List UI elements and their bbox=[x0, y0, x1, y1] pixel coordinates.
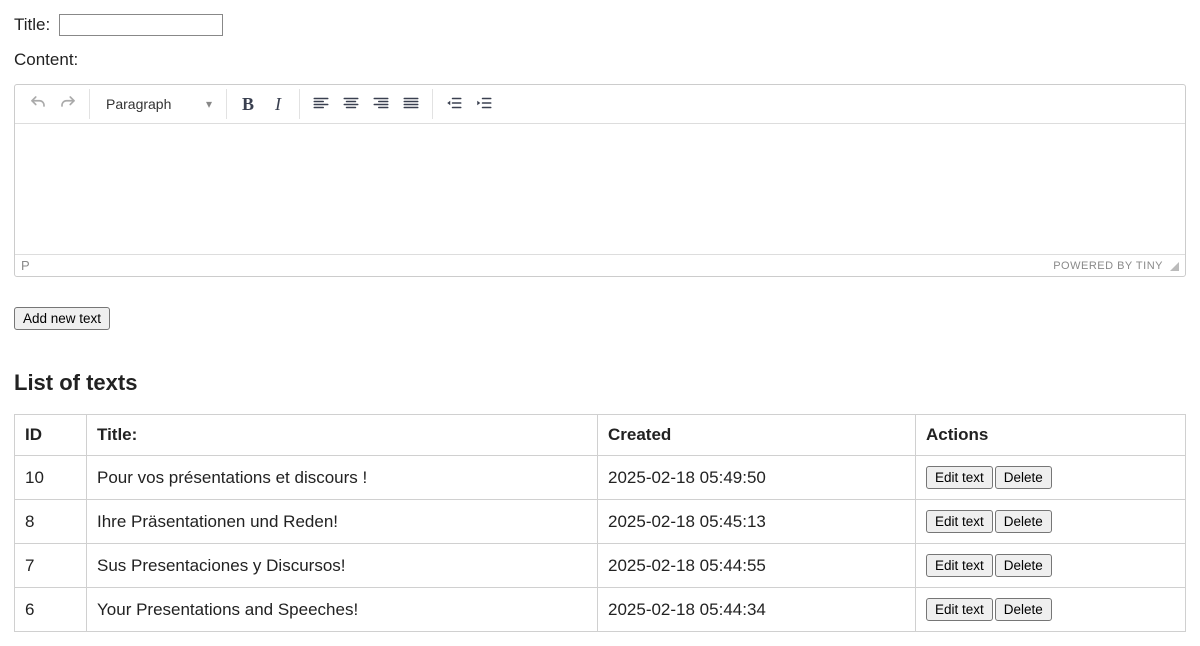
edit-text-button[interactable]: Edit text bbox=[926, 510, 993, 533]
rich-text-editor: Paragraph ▾ B I bbox=[14, 84, 1186, 277]
delete-button[interactable]: Delete bbox=[995, 510, 1052, 533]
align-justify-icon bbox=[402, 94, 420, 115]
align-right-icon bbox=[372, 94, 390, 115]
delete-button[interactable]: Delete bbox=[995, 554, 1052, 577]
cell-created: 2025-02-18 05:44:34 bbox=[598, 588, 916, 632]
texts-table: ID Title: Created Actions 10Pour vos pré… bbox=[14, 414, 1186, 632]
italic-button[interactable]: I bbox=[263, 89, 293, 119]
cell-actions: Edit textDelete bbox=[916, 588, 1186, 632]
outdent-icon bbox=[445, 94, 463, 115]
chevron-down-icon: ▾ bbox=[206, 97, 212, 111]
table-row: 10Pour vos présentations et discours !20… bbox=[15, 456, 1186, 500]
cell-title: Sus Presentaciones y Discursos! bbox=[87, 544, 598, 588]
format-select[interactable]: Paragraph ▾ bbox=[96, 89, 220, 119]
editor-toolbar: Paragraph ▾ B I bbox=[15, 85, 1185, 124]
align-center-button[interactable] bbox=[336, 89, 366, 119]
cell-title: Your Presentations and Speeches! bbox=[87, 588, 598, 632]
undo-button[interactable] bbox=[23, 89, 53, 119]
align-left-button[interactable] bbox=[306, 89, 336, 119]
undo-icon bbox=[29, 94, 47, 115]
bold-button[interactable]: B bbox=[233, 89, 263, 119]
indent-icon bbox=[475, 94, 493, 115]
cell-id: 7 bbox=[15, 544, 87, 588]
cell-title: Ihre Präsentationen und Reden! bbox=[87, 500, 598, 544]
cell-actions: Edit textDelete bbox=[916, 500, 1186, 544]
title-label: Title: bbox=[14, 15, 50, 34]
redo-icon bbox=[59, 94, 77, 115]
list-heading: List of texts bbox=[14, 370, 1186, 396]
align-right-button[interactable] bbox=[366, 89, 396, 119]
align-center-icon bbox=[342, 94, 360, 115]
italic-icon: I bbox=[275, 94, 281, 115]
table-row: 7Sus Presentaciones y Discursos!2025-02-… bbox=[15, 544, 1186, 588]
content-label: Content: bbox=[14, 50, 78, 69]
align-justify-button[interactable] bbox=[396, 89, 426, 119]
cell-id: 8 bbox=[15, 500, 87, 544]
col-header-actions: Actions bbox=[916, 415, 1186, 456]
edit-text-button[interactable]: Edit text bbox=[926, 598, 993, 621]
outdent-button[interactable] bbox=[439, 89, 469, 119]
align-left-icon bbox=[312, 94, 330, 115]
resize-handle-icon[interactable] bbox=[1169, 261, 1179, 271]
delete-button[interactable]: Delete bbox=[995, 466, 1052, 489]
edit-text-button[interactable]: Edit text bbox=[926, 466, 993, 489]
cell-title: Pour vos présentations et discours ! bbox=[87, 456, 598, 500]
table-row: 8Ihre Präsentationen und Reden!2025-02-1… bbox=[15, 500, 1186, 544]
delete-button[interactable]: Delete bbox=[995, 598, 1052, 621]
col-header-created: Created bbox=[598, 415, 916, 456]
cell-actions: Edit textDelete bbox=[916, 456, 1186, 500]
col-header-title: Title: bbox=[87, 415, 598, 456]
cell-actions: Edit textDelete bbox=[916, 544, 1186, 588]
bold-icon: B bbox=[242, 94, 254, 115]
editor-body[interactable] bbox=[15, 124, 1185, 254]
add-new-text-button[interactable]: Add new text bbox=[14, 307, 110, 330]
cell-created: 2025-02-18 05:44:55 bbox=[598, 544, 916, 588]
cell-id: 10 bbox=[15, 456, 87, 500]
editor-element-path: P bbox=[21, 258, 30, 273]
title-input[interactable] bbox=[59, 14, 223, 36]
table-row: 6Your Presentations and Speeches!2025-02… bbox=[15, 588, 1186, 632]
cell-created: 2025-02-18 05:49:50 bbox=[598, 456, 916, 500]
redo-button[interactable] bbox=[53, 89, 83, 119]
editor-statusbar: P POWERED BY TINY bbox=[15, 254, 1185, 276]
indent-button[interactable] bbox=[469, 89, 499, 119]
powered-by-label: POWERED BY TINY bbox=[1053, 260, 1163, 272]
col-header-id: ID bbox=[15, 415, 87, 456]
cell-created: 2025-02-18 05:45:13 bbox=[598, 500, 916, 544]
format-select-label: Paragraph bbox=[106, 96, 171, 112]
cell-id: 6 bbox=[15, 588, 87, 632]
edit-text-button[interactable]: Edit text bbox=[926, 554, 993, 577]
